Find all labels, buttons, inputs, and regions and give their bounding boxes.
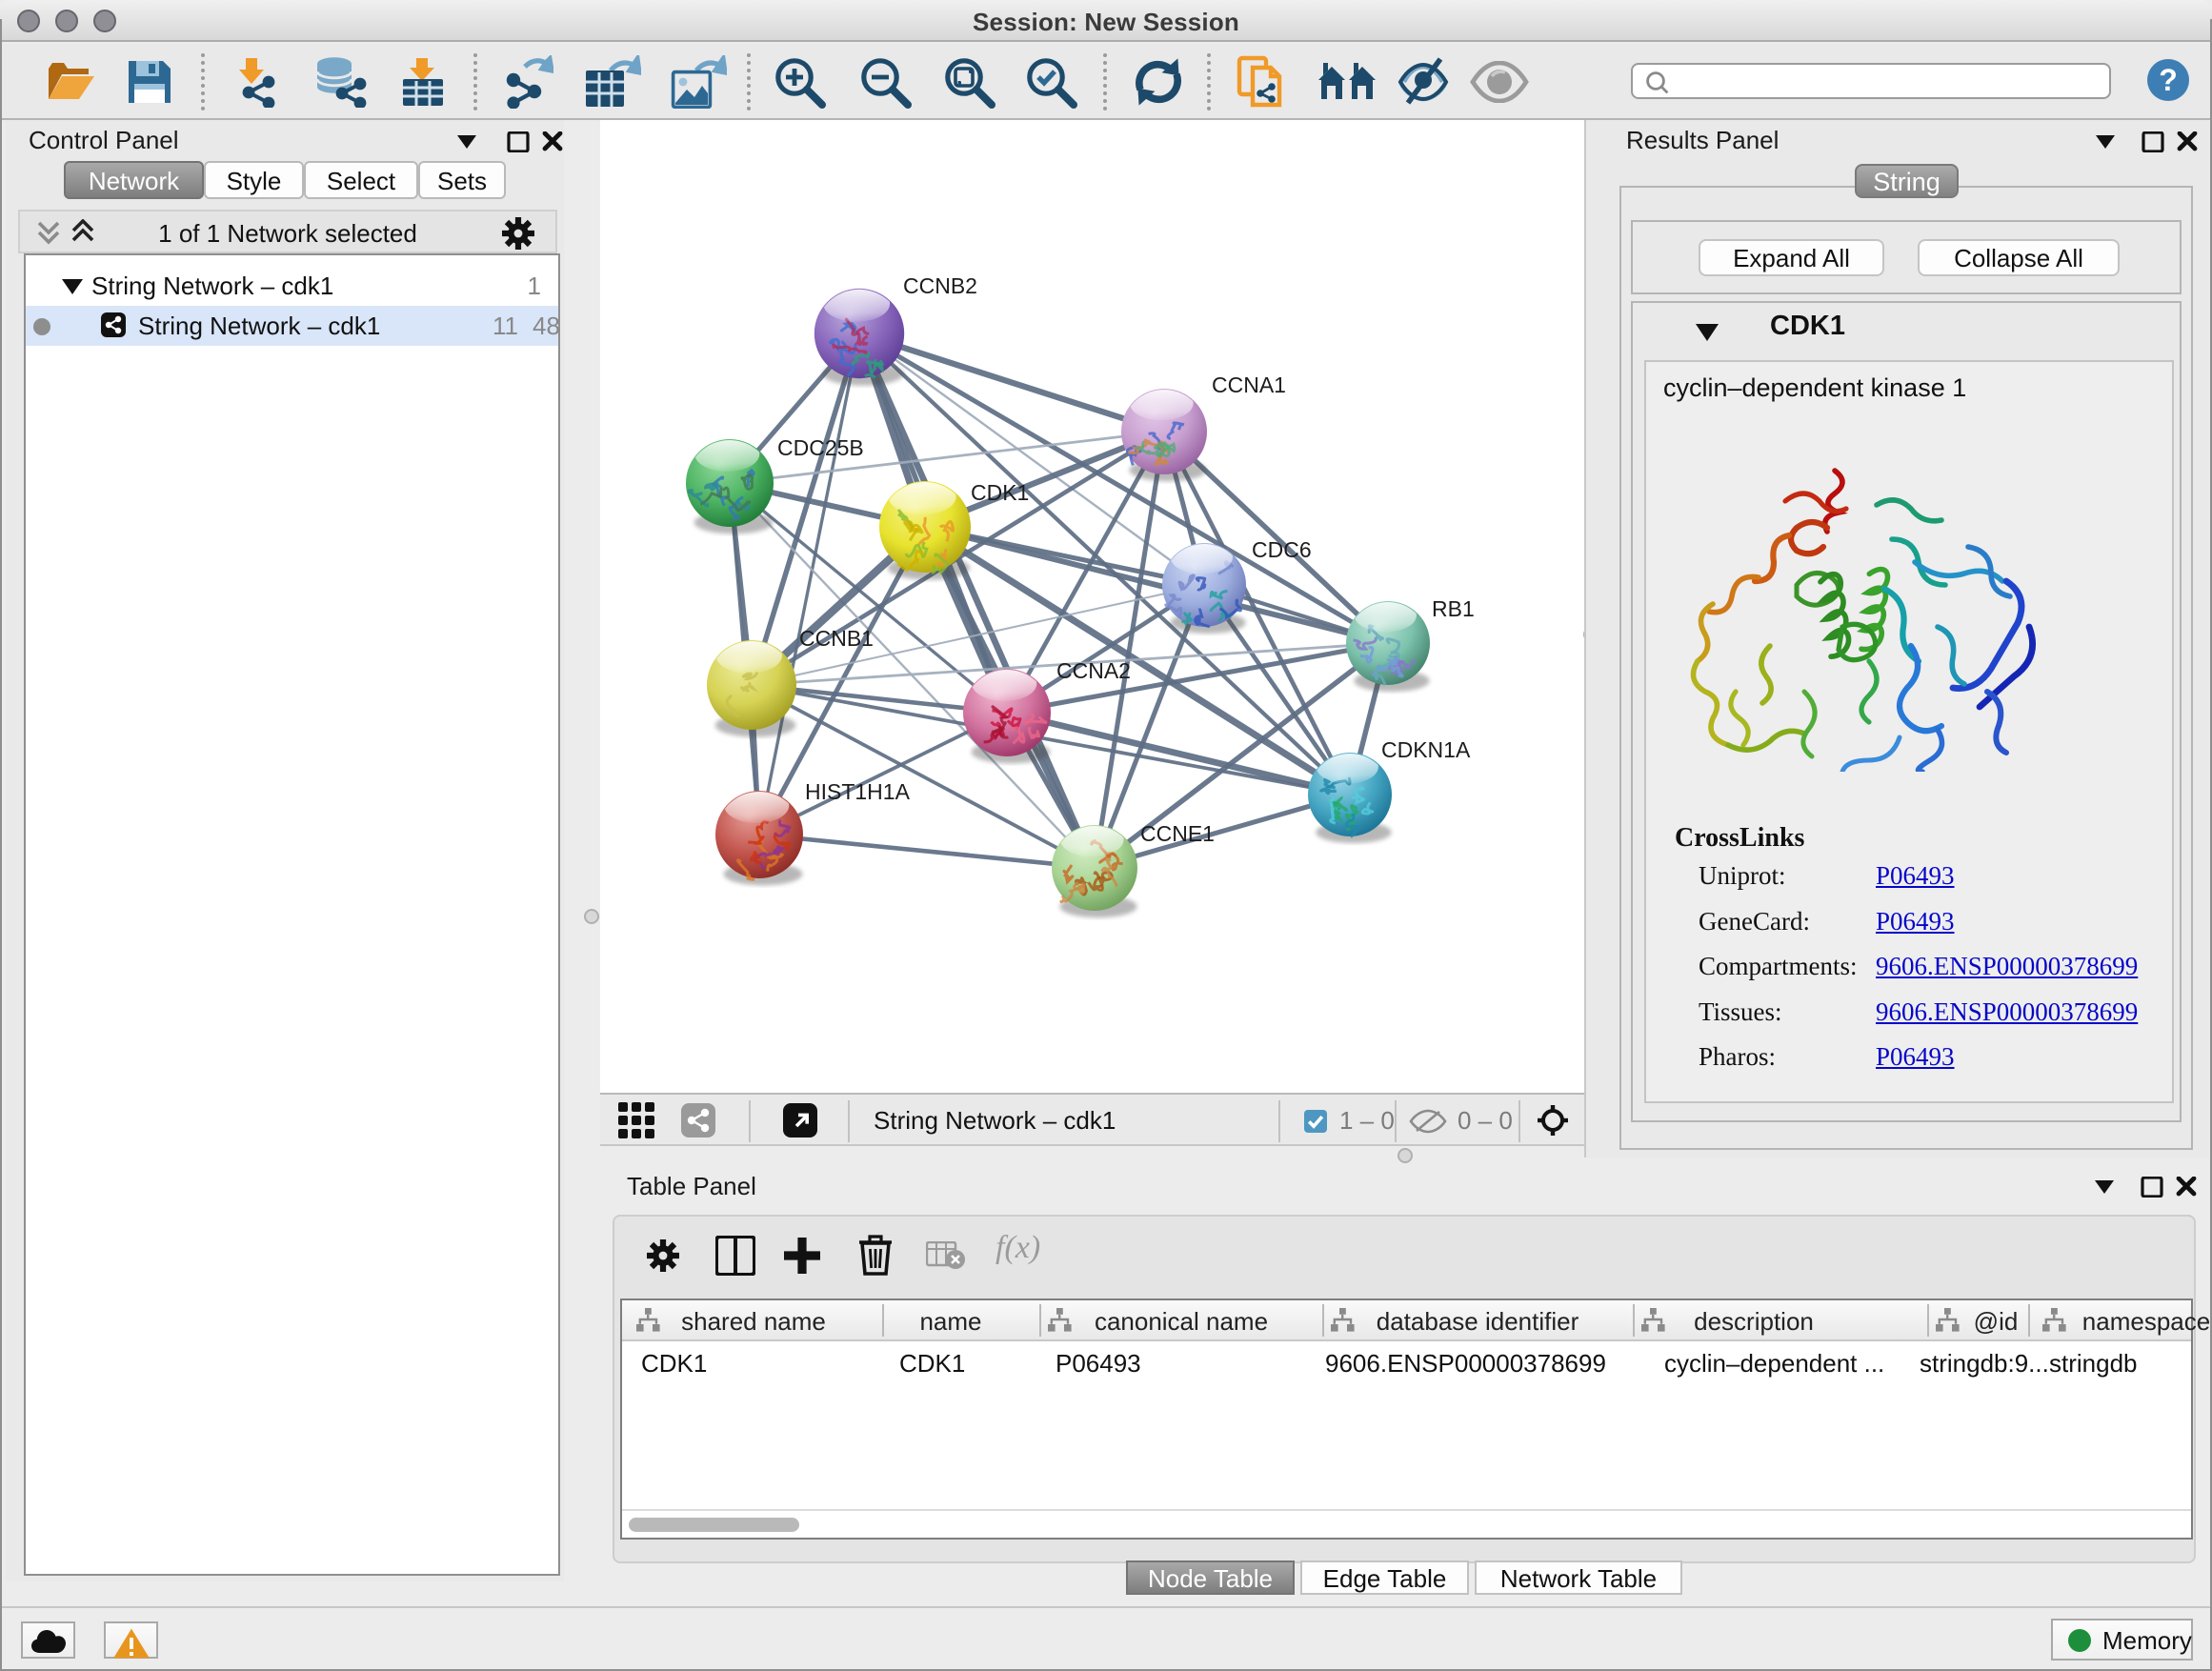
svg-text:CCNA1: CCNA1 (1212, 372, 1286, 397)
svg-text:CDKN1A: CDKN1A (1381, 737, 1471, 762)
svg-text:CDC25B: CDC25B (777, 435, 864, 460)
svg-text:RB1: RB1 (1432, 596, 1475, 621)
svg-text:CDK1: CDK1 (971, 480, 1029, 505)
svg-text:CCNB2: CCNB2 (903, 273, 977, 298)
svg-text:CCNA2: CCNA2 (1056, 658, 1131, 683)
svg-text:CDC6: CDC6 (1252, 537, 1312, 562)
svg-text:?: ? (2159, 63, 2178, 97)
svg-text:CCNE1: CCNE1 (1140, 821, 1215, 846)
svg-text:HIST1H1A: HIST1H1A (805, 779, 911, 804)
svg-text:CCNB1: CCNB1 (799, 626, 874, 651)
